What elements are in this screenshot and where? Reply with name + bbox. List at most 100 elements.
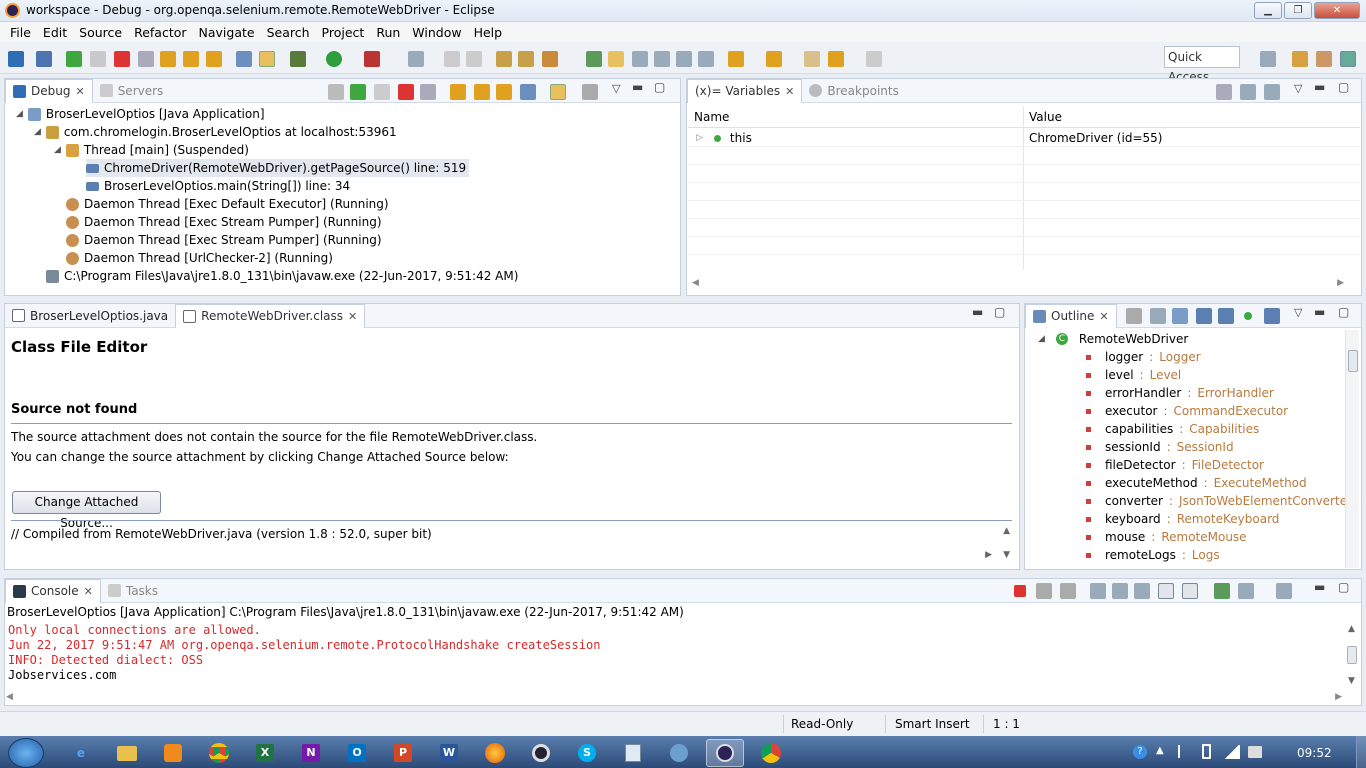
resume-icon[interactable] bbox=[350, 84, 366, 100]
use-step-filters-icon[interactable] bbox=[550, 84, 566, 100]
show-stdout-icon[interactable] bbox=[1158, 583, 1174, 599]
tab-console[interactable]: Console ✕ bbox=[5, 578, 101, 603]
close-icon[interactable]: ✕ bbox=[75, 85, 84, 98]
menu-run[interactable]: Run bbox=[370, 25, 406, 40]
show-desktop-button[interactable] bbox=[1356, 736, 1366, 768]
outline-field[interactable]: sessionId: SessionId bbox=[1086, 438, 1234, 456]
console-output[interactable]: Only local connections are allowed. Jun 2… bbox=[8, 623, 1338, 689]
next-annotation-icon[interactable] bbox=[728, 51, 744, 67]
step-return-icon[interactable] bbox=[206, 51, 222, 67]
editor-scrollbar[interactable]: ▲ ▼ ▶ bbox=[980, 524, 1010, 564]
step-over-icon[interactable] bbox=[474, 84, 490, 100]
prev-annotation-icon[interactable] bbox=[766, 51, 782, 67]
tree-item-daemon[interactable]: Daemon Thread [Exec Stream Pumper] (Runn… bbox=[66, 213, 382, 231]
annotation-icon[interactable] bbox=[586, 51, 602, 67]
maximize-button[interactable]: ❐ bbox=[1284, 2, 1312, 19]
tab-broserleveloptios-java[interactable]: BroserLevelOptios.java bbox=[5, 304, 175, 328]
show-type-names-icon[interactable] bbox=[1216, 84, 1232, 100]
drop-to-frame-icon[interactable] bbox=[236, 51, 252, 67]
outline-field[interactable]: executor: CommandExecutor bbox=[1086, 402, 1288, 420]
resume-icon[interactable] bbox=[66, 51, 82, 67]
scroll-lock-icon[interactable] bbox=[1112, 583, 1128, 599]
back-icon[interactable] bbox=[828, 51, 844, 67]
debug-run-icon[interactable] bbox=[290, 51, 306, 67]
use-step-filters-icon[interactable] bbox=[259, 51, 275, 67]
tree-item-process[interactable]: C:\Program Files\Java\jre1.8.0_131\bin\j… bbox=[46, 267, 518, 285]
app-icon[interactable] bbox=[522, 739, 560, 767]
flag-icon[interactable] bbox=[1178, 745, 1190, 758]
variable-row[interactable]: ▷ this bbox=[696, 129, 752, 147]
outline-field[interactable]: keyboard: RemoteKeyboard bbox=[1086, 510, 1279, 528]
tree-item-target[interactable]: ◢ com.chromelogin.BroserLevelOptios at lo… bbox=[34, 123, 397, 141]
remove-launch-icon[interactable] bbox=[1036, 583, 1052, 599]
battery-icon[interactable] bbox=[1202, 744, 1211, 759]
internet-explorer-icon[interactable]: e bbox=[62, 739, 100, 767]
word-icon[interactable]: W bbox=[430, 739, 468, 767]
hide-static-icon[interactable] bbox=[1218, 308, 1234, 324]
tab-outline[interactable]: Outline ✕ bbox=[1025, 303, 1117, 328]
tree-item-frame[interactable]: BroserLevelOptios.main(String[]) line: 3… bbox=[86, 177, 350, 195]
close-icon[interactable]: ✕ bbox=[1099, 310, 1108, 323]
suspend-icon[interactable] bbox=[90, 51, 106, 67]
open-type-icon[interactable] bbox=[496, 51, 512, 67]
outline-field[interactable]: executeMethod: ExecuteMethod bbox=[1086, 474, 1307, 492]
maximize-view-icon[interactable]: ▢ bbox=[1338, 80, 1349, 94]
show-whitespace-icon[interactable] bbox=[654, 51, 670, 67]
outline-field[interactable]: fileDetector: FileDetector bbox=[1086, 456, 1264, 474]
disconnect-icon[interactable] bbox=[138, 51, 154, 67]
step-over-icon[interactable] bbox=[183, 51, 199, 67]
terminate-icon[interactable] bbox=[1014, 585, 1026, 597]
layout-icon[interactable] bbox=[1264, 84, 1280, 100]
firefox-icon[interactable] bbox=[476, 739, 514, 767]
tab-variables[interactable]: (x)= Variables ✕ bbox=[687, 78, 803, 103]
onenote-icon[interactable]: N bbox=[292, 739, 330, 767]
start-button[interactable] bbox=[8, 738, 44, 768]
step-into-icon[interactable] bbox=[160, 51, 176, 67]
run-icon[interactable] bbox=[326, 51, 342, 67]
terminate-icon[interactable] bbox=[398, 84, 414, 100]
tab-servers[interactable]: Servers bbox=[93, 79, 171, 103]
terminate-icon[interactable] bbox=[114, 51, 130, 67]
column-header-name[interactable]: Name bbox=[694, 110, 729, 124]
minimize-view-icon[interactable]: ▬ bbox=[1314, 580, 1325, 594]
minimize-view-icon[interactable]: ▬ bbox=[1314, 80, 1325, 94]
menu-refactor[interactable]: Refactor bbox=[128, 25, 192, 40]
hide-fields-icon[interactable] bbox=[1196, 308, 1212, 324]
pilcrow-icon[interactable] bbox=[698, 51, 714, 67]
open-console-icon[interactable] bbox=[1276, 583, 1292, 599]
maximize-view-icon[interactable]: ▢ bbox=[1338, 580, 1349, 594]
tab-remotewebdriver-class[interactable]: RemoteWebDriver.class ✕ bbox=[175, 303, 366, 328]
forward-icon[interactable] bbox=[866, 51, 882, 67]
help-icon[interactable]: ? bbox=[1133, 745, 1147, 759]
skype-icon[interactable]: S bbox=[568, 739, 606, 767]
tree-item-app[interactable]: ◢ BroserLevelOptios [Java Application] bbox=[16, 105, 265, 123]
console-hscrollbar[interactable]: ◀ ▶ bbox=[6, 692, 1342, 704]
new-icon[interactable] bbox=[408, 51, 424, 67]
tab-debug[interactable]: Debug ✕ bbox=[5, 78, 93, 103]
tree-item-daemon[interactable]: Daemon Thread [Exec Default Executor] (R… bbox=[66, 195, 389, 213]
outline-field[interactable]: errorHandler: ErrorHandler bbox=[1086, 384, 1274, 402]
collapse-icon[interactable] bbox=[582, 84, 598, 100]
skip-breakpoints-icon[interactable] bbox=[36, 51, 52, 67]
column-header-value[interactable]: Value bbox=[1029, 110, 1062, 124]
media-player-icon[interactable] bbox=[154, 739, 192, 767]
view-menu-icon[interactable]: ▽ bbox=[1294, 82, 1302, 95]
close-button[interactable]: ✕ bbox=[1314, 2, 1360, 19]
network-app-icon[interactable] bbox=[660, 739, 698, 767]
outline-field[interactable]: remoteLogs: Logs bbox=[1086, 546, 1220, 564]
outlook-icon[interactable]: O bbox=[338, 739, 376, 767]
word-wrap-icon[interactable] bbox=[1134, 583, 1150, 599]
view-menu-icon[interactable]: ▽ bbox=[1294, 306, 1302, 319]
word-wrap-icon[interactable] bbox=[676, 51, 692, 67]
java-perspective-icon[interactable] bbox=[1292, 51, 1308, 67]
collapse-all-icon[interactable] bbox=[1150, 308, 1166, 324]
disconnect-icon[interactable] bbox=[420, 84, 436, 100]
outline-field[interactable]: capabilities: Capabilities bbox=[1086, 420, 1259, 438]
minimize-button[interactable]: ▁ bbox=[1254, 2, 1282, 19]
menu-navigate[interactable]: Navigate bbox=[193, 25, 261, 40]
minimize-editor-icon[interactable]: ▬ bbox=[972, 305, 983, 319]
drop-to-frame-icon[interactable] bbox=[520, 84, 536, 100]
java-browsing-perspective-icon[interactable] bbox=[1316, 51, 1332, 67]
view-menu-icon[interactable]: ▽ bbox=[612, 82, 620, 95]
block-selection-icon[interactable] bbox=[632, 51, 648, 67]
